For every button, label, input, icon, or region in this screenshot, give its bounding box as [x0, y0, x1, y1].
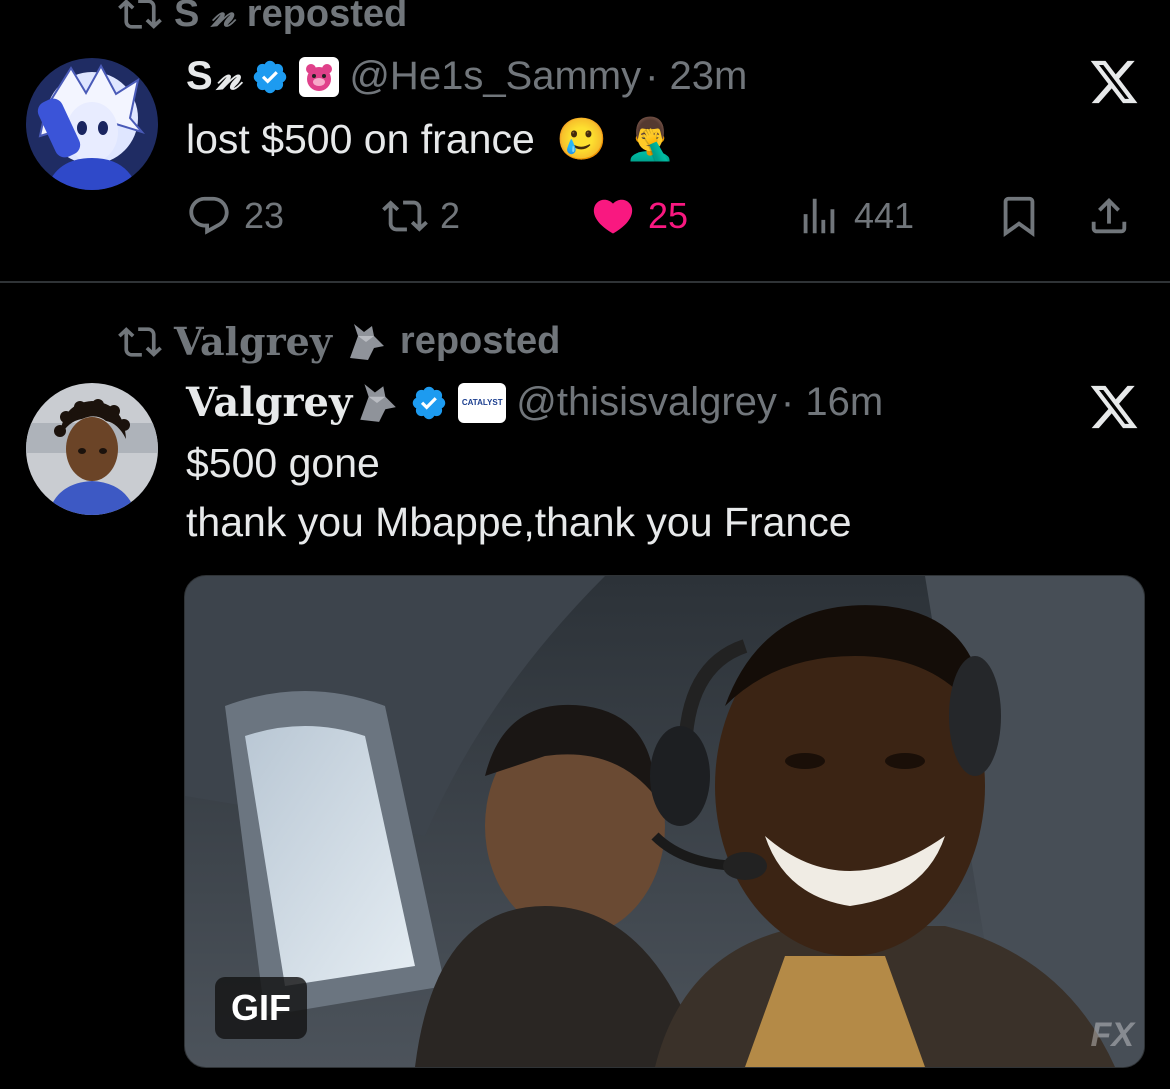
avatar[interactable] — [26, 58, 158, 190]
reply-button[interactable]: 23 — [186, 188, 284, 244]
repost-indicator: S 𝓃 reposted — [118, 0, 407, 36]
repost-indicator: Valgrey reposted — [118, 319, 560, 364]
post-text-line-1: $500 gone — [186, 440, 380, 486]
facepalm-emoji: 🤦‍♂️ — [624, 116, 676, 162]
repost-button[interactable]: 2 — [382, 188, 460, 244]
name-glyph-icon: 𝓃 — [216, 54, 242, 98]
illustrated-avatar-icon — [26, 383, 158, 515]
bookmark-icon — [1003, 196, 1035, 237]
repost-user[interactable]: S — [174, 0, 199, 36]
affiliate-badge-icon — [299, 56, 340, 97]
x-logo-icon[interactable] — [1088, 381, 1140, 433]
x-logo-icon[interactable] — [1088, 56, 1140, 108]
action-bar: 23 2 25 441 — [186, 188, 1146, 244]
verified-badge-icon — [254, 60, 287, 93]
repost-label: reposted — [399, 320, 561, 362]
timestamp[interactable]: · 16m — [781, 380, 883, 425]
repost-label: reposted — [246, 0, 408, 35]
repost-icon — [118, 326, 162, 357]
like-button[interactable]: 25 — [590, 188, 688, 244]
post-2[interactable]: Valgrey reposted Valgrey CATALYST @thisi… — [0, 283, 1170, 1089]
display-name[interactable]: S — [186, 54, 213, 99]
like-count: 25 — [648, 195, 689, 236]
reply-icon — [189, 196, 229, 235]
timestamp[interactable]: · 23m — [645, 54, 747, 99]
post-1[interactable]: S 𝓃 reposted S 𝓃 @He1s_Sammy · 23m lost … — [0, 0, 1170, 282]
affiliate-badge-text: CATALYST — [461, 398, 503, 407]
fx-watermark: FX — [1090, 1016, 1134, 1054]
verified-badge-icon — [412, 386, 446, 419]
name-glyph-icon: 𝓃 — [211, 0, 235, 35]
bookmark-button[interactable] — [996, 188, 1042, 244]
repost-user[interactable]: Valgrey — [174, 319, 332, 364]
views-count: 441 — [854, 195, 915, 236]
share-icon — [1091, 197, 1127, 234]
affiliate-badge-icon: CATALYST — [458, 382, 507, 423]
post-body: lost $500 on france — [186, 116, 535, 162]
anime-avatar-icon — [26, 58, 158, 190]
views-chart-icon — [803, 198, 835, 234]
share-button[interactable] — [1086, 188, 1132, 244]
post-text: lost $500 on france 🥲 🤦‍♂️ — [186, 110, 676, 168]
repost-icon — [382, 200, 428, 232]
wolf-emoji-icon — [360, 383, 397, 422]
reply-count: 23 — [244, 195, 285, 236]
display-name[interactable]: Valgrey — [186, 379, 352, 426]
wolf-emoji-icon — [349, 323, 384, 360]
avatar[interactable] — [26, 383, 158, 515]
post-text-line-2: thank you Mbappe,thank you France — [186, 499, 852, 545]
gif-badge[interactable]: GIF — [215, 977, 307, 1039]
post-header: Valgrey CATALYST @thisisvalgrey · 16m — [186, 379, 883, 426]
handle[interactable]: @He1s_Sammy — [349, 54, 641, 99]
gif-media[interactable]: GIF FX — [184, 575, 1145, 1068]
handle[interactable]: @thisisvalgrey — [516, 380, 777, 425]
views-button[interactable]: 441 — [796, 188, 914, 244]
gif-frame-image — [185, 576, 1144, 1067]
repost-icon — [118, 0, 162, 29]
heart-filled-icon — [593, 199, 633, 234]
post-header: S 𝓃 @He1s_Sammy · 23m — [186, 54, 747, 99]
smiling-tear-emoji: 🥲 — [556, 116, 608, 162]
repost-count: 2 — [440, 195, 461, 236]
